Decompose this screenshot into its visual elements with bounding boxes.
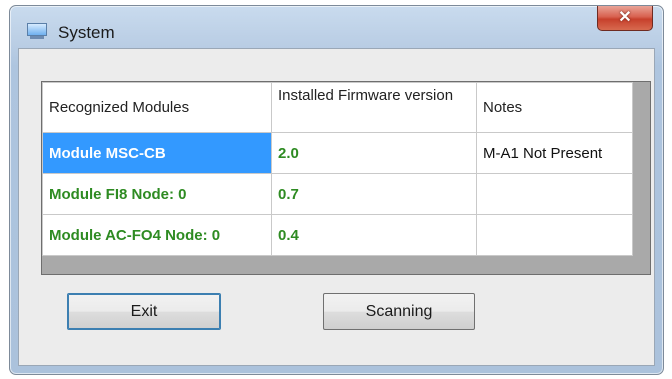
module-cell[interactable]: Module FI8 Node: 0 — [42, 173, 272, 215]
column-header-modules[interactable]: Recognized Modules — [42, 82, 272, 133]
window-title: System — [58, 23, 115, 42]
modules-table: Recognized Modules Installed Firmware ve… — [42, 82, 633, 256]
module-cell[interactable]: Module MSC-CB — [42, 132, 272, 174]
table-header-row: Recognized Modules Installed Firmware ve… — [42, 82, 633, 133]
close-button[interactable]: ✕ — [597, 6, 653, 31]
column-header-firmware[interactable]: Installed Firmware version — [271, 82, 477, 133]
firmware-cell[interactable]: 0.4 — [271, 214, 477, 256]
monitor-icon — [27, 23, 47, 39]
table-row[interactable]: Module AC-FO4 Node: 0 0.4 — [42, 214, 633, 256]
scanning-button[interactable]: Scanning — [323, 293, 475, 330]
column-header-notes[interactable]: Notes — [476, 82, 633, 133]
table-row[interactable]: Module FI8 Node: 0 0.7 — [42, 173, 633, 215]
notes-cell[interactable] — [476, 173, 633, 215]
dialog-body: Recognized Modules Installed Firmware ve… — [18, 48, 655, 366]
modules-grid[interactable]: Recognized Modules Installed Firmware ve… — [41, 81, 651, 275]
close-icon: ✕ — [618, 9, 632, 26]
notes-cell[interactable] — [476, 214, 633, 256]
table-row[interactable]: Module MSC-CB 2.0 M-A1 Not Present — [42, 132, 633, 174]
firmware-cell[interactable]: 2.0 — [271, 132, 477, 174]
title-bar[interactable]: System ✕ — [10, 6, 663, 48]
module-cell[interactable]: Module AC-FO4 Node: 0 — [42, 214, 272, 256]
exit-button[interactable]: Exit — [67, 293, 221, 330]
notes-cell[interactable]: M-A1 Not Present — [476, 132, 633, 174]
firmware-cell[interactable]: 0.7 — [271, 173, 477, 215]
system-window: System ✕ Recognized Modules Installed Fi… — [9, 5, 664, 375]
